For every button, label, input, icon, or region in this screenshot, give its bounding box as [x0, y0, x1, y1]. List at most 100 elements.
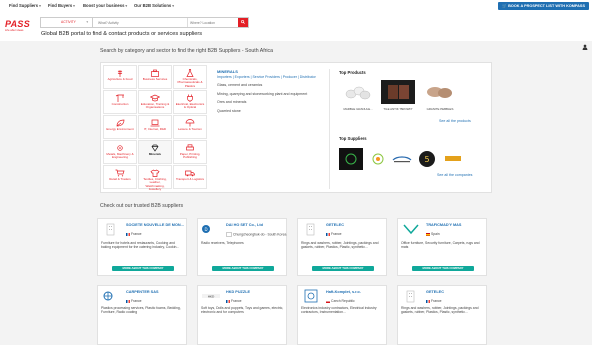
supplier-card[interactable]: D DAI HO SET Co., Ltd Chungcheongbuk-do …: [197, 218, 287, 276]
category-label: IT, Internet, R&D: [143, 127, 167, 131]
nav-find-buyers[interactable]: Find Buyers: [48, 3, 75, 8]
supplier-card[interactable]: SOCIETE NOUVELLE DE MON... France Furnit…: [97, 218, 187, 276]
search-type-select[interactable]: ACTIVITY: [41, 18, 93, 27]
umbrella-icon: [185, 119, 195, 127]
company-name[interactable]: GETELEC: [326, 223, 386, 227]
subcategory-item[interactable]: Mining, quarrying and stoneworking plant…: [217, 92, 321, 96]
page-headline: Global B2B portal to find & contact prod…: [41, 31, 203, 37]
more-about-company-button[interactable]: MORE ABOUT THIS COMPANY: [312, 266, 374, 271]
more-about-company-button[interactable]: MORE ABOUT THIS COMPANY: [212, 266, 274, 271]
category-textiles[interactable]: Textiles, Clothing, Leather, Watchmaking…: [138, 165, 172, 191]
product-label[interactable]: TILE ANTIK "BROWN": [380, 107, 416, 111]
kompass-logo[interactable]: PASS Life after ideas: [5, 20, 30, 33]
category-business-services[interactable]: Business Services: [138, 65, 172, 89]
company-description: Rings and washers, rubber, Jointings, pa…: [301, 241, 379, 250]
subcategory-roles[interactable]: Importers | Exporters | Service Provider…: [217, 75, 321, 79]
company-logo-placeholder: [406, 290, 415, 303]
company-logo: [304, 289, 318, 303]
company-country: Spain: [426, 232, 440, 236]
category-leisure[interactable]: Leisure & Tourism: [173, 115, 207, 139]
category-label: Business Services: [142, 77, 168, 81]
divider: [329, 69, 330, 189]
nav-b2b-solutions[interactable]: Our B2B Solutions: [134, 3, 174, 8]
product-label[interactable]: MARBLE GRANULE...: [340, 107, 376, 111]
product-image-marble[interactable]: [341, 80, 375, 104]
category-education[interactable]: Education, Training & Organisations: [138, 90, 172, 114]
supplier-card[interactable]: CARPENTER SAS France Plastics processing…: [97, 285, 187, 345]
country-label: France: [431, 299, 442, 303]
country-label: Czech Republic: [331, 299, 355, 303]
supplier-card[interactable]: HKD HKD PUZZLE France Soft toys, Dolls a…: [197, 285, 287, 345]
company-logo-placeholder: [106, 223, 115, 236]
supplier-logo[interactable]: 5: [415, 148, 439, 170]
company-logo: [103, 291, 113, 301]
company-name[interactable]: DAI HO SET Co., Ltd: [226, 223, 286, 227]
supplier-card[interactable]: TRAFICMAD'Y MAS Spain Office furniture, …: [397, 218, 487, 276]
company-name[interactable]: CARPENTER SAS: [126, 290, 186, 294]
product-image-pebbles[interactable]: [423, 80, 457, 104]
supplier-logo[interactable]: [441, 148, 465, 170]
location-input[interactable]: [187, 18, 234, 27]
category-section-title: Search by category and sector to find th…: [100, 48, 274, 54]
category-it[interactable]: IT, Internet, R&D: [138, 115, 172, 139]
subcategory-item[interactable]: Ores and minerals: [217, 100, 321, 104]
flag-icon: [426, 232, 430, 236]
supplier-logo[interactable]: [390, 148, 414, 170]
more-about-company-button[interactable]: MORE ABOUT THIS COMPANY: [412, 266, 474, 271]
see-all-companies-link[interactable]: See all the companies: [437, 173, 472, 177]
category-construction[interactable]: Construction: [103, 90, 137, 114]
company-description: Office furniture, Security furniture, Ca…: [401, 241, 480, 250]
leaf-icon: [116, 119, 125, 127]
category-metals[interactable]: Metals, Machinery & Engineering: [103, 140, 137, 164]
user-icon[interactable]: [582, 44, 588, 50]
company-name[interactable]: GETELEC: [426, 290, 486, 294]
search-button[interactable]: [238, 18, 248, 27]
category-chemicals[interactable]: Chemicals, Pharmaceuticals & Plastics: [173, 65, 207, 89]
product-image-tile[interactable]: [381, 80, 415, 104]
see-all-products-link[interactable]: See all the products: [439, 119, 471, 123]
category-label: Paper, Printing, Publishing: [179, 152, 201, 160]
shirt-icon: [150, 169, 160, 177]
plug-icon: [187, 94, 193, 102]
supplier-card[interactable]: GETELEC France Rings and washers, rubber…: [297, 218, 387, 276]
category-agriculture[interactable]: Agriculture & Food: [103, 65, 137, 89]
company-country: Chungcheongbuk-do - South Korea: [226, 232, 286, 237]
nav-find-suppliers[interactable]: Find Suppliers: [9, 3, 41, 8]
more-about-company-button[interactable]: MORE ABOUT THIS COMPANY: [112, 266, 174, 271]
category-minerals[interactable]: Minerals: [138, 140, 172, 164]
product-label[interactable]: GRANITE PEBBLES: [422, 107, 458, 111]
cta-label: BOOK A PROSPECT LIST WITH KOMPASS: [508, 4, 585, 8]
company-name[interactable]: TRAFICMAD'Y MAS: [426, 223, 486, 227]
wheat-icon: [117, 70, 123, 77]
country-label: France: [331, 232, 342, 236]
company-name[interactable]: SOCIETE NOUVELLE DE MON...: [126, 223, 186, 227]
laptop-icon: [150, 119, 160, 127]
category-energy[interactable]: Energy Environment: [103, 115, 137, 139]
book-prospect-list-button[interactable]: 🛒 BOOK A PROSPECT LIST WITH KOMPASS: [498, 2, 589, 10]
company-country: France: [126, 232, 142, 236]
country-label: Chungcheongbuk-do - South Korea: [233, 232, 287, 237]
nav-boost-business[interactable]: Boost your business: [83, 3, 127, 8]
supplier-card[interactable]: Haft-Komplet, s.r.o. Czech Republic Elec…: [297, 285, 387, 345]
company-name[interactable]: Haft-Komplet, s.r.o.: [326, 290, 386, 294]
category-label: Agriculture & Food: [107, 77, 133, 81]
subcategory-title[interactable]: MINERALS: [217, 69, 321, 74]
cart-icon: [115, 169, 125, 177]
supplier-logo[interactable]: [366, 148, 390, 170]
keyword-input[interactable]: [98, 18, 178, 27]
header-icons: [582, 37, 588, 55]
category-transport[interactable]: Transport & Logistics: [173, 165, 207, 189]
category-label: Transport & Logistics: [175, 177, 205, 181]
subcategory-item[interactable]: Glass, cement and ceramics: [217, 83, 321, 87]
company-country: France: [126, 299, 142, 303]
company-name[interactable]: HKD PUZZLE: [226, 290, 286, 294]
company-description: Soft toys, Dolls and puppets, Toys and g…: [201, 306, 284, 315]
category-paper-printing[interactable]: Paper, Printing, Publishing: [173, 140, 207, 164]
printer-icon: [186, 144, 194, 151]
supplier-logo[interactable]: [339, 148, 363, 170]
supplier-card[interactable]: GETELEC France Rings and washers, rubber…: [397, 285, 487, 345]
graduation-icon: [150, 94, 160, 102]
category-electrical[interactable]: Electrical, Electronics & Optical: [173, 90, 207, 114]
category-retail[interactable]: Retail & Traders: [103, 165, 137, 189]
subcategory-item[interactable]: Quarried stone: [217, 109, 321, 113]
